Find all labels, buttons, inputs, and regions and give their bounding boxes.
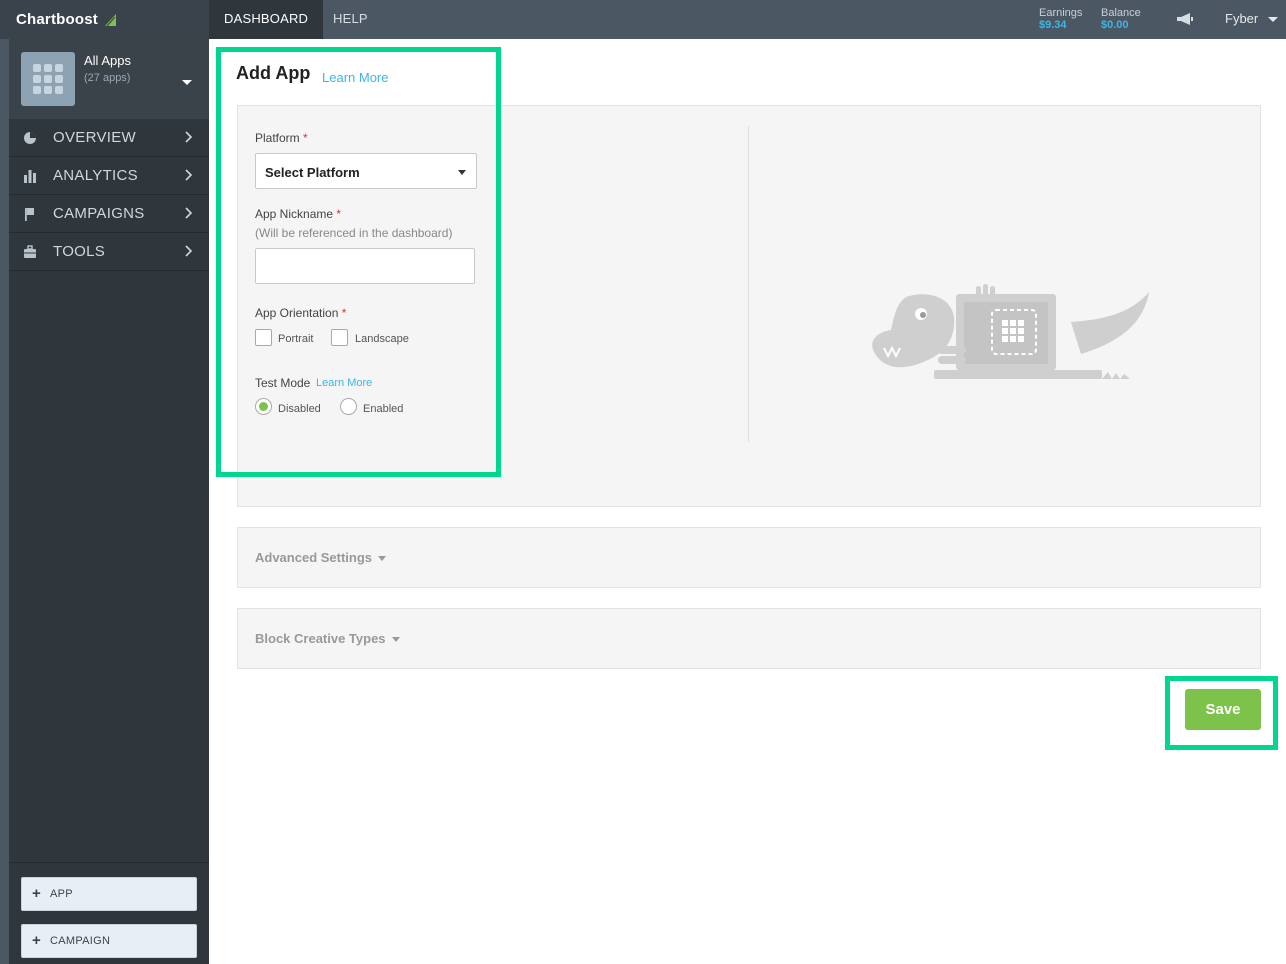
- advanced-settings-title: Advanced Settings: [255, 550, 387, 565]
- sidebar-item-label: ANALYTICS: [53, 167, 138, 184]
- add-campaign-button[interactable]: + CAMPAIGN: [21, 924, 197, 958]
- sidebar-item-tools[interactable]: TOOLS: [9, 233, 209, 271]
- app-selector[interactable]: All Apps (27 apps): [9, 39, 209, 119]
- app-selector-title: All Apps: [84, 53, 131, 68]
- advanced-settings-panel[interactable]: Advanced Settings: [237, 527, 1261, 588]
- sidebar-item-label: TOOLS: [53, 243, 106, 260]
- tab-dashboard[interactable]: DASHBOARD: [209, 0, 324, 39]
- chartboost-logo-icon: [105, 13, 116, 26]
- sidebar-item-overview[interactable]: OVERVIEW: [9, 119, 209, 157]
- sidebar-item-campaigns[interactable]: CAMPAIGNS: [9, 195, 209, 233]
- earnings-stat: Earnings $9.34: [1039, 7, 1082, 31]
- save-highlight-frame: [1165, 676, 1278, 750]
- user-menu[interactable]: Fyber: [1225, 11, 1258, 26]
- balance-stat: Balance $0.00: [1101, 7, 1141, 31]
- top-bar: Chartboost DASHBOARD HELP Earnings $9.34…: [0, 0, 1286, 39]
- app-selector-count: (27 apps): [84, 72, 131, 84]
- chevron-right-icon: [185, 169, 193, 181]
- dinosaur-illustration: [872, 284, 1149, 379]
- sidebar-item-label: OVERVIEW: [53, 129, 136, 146]
- plus-icon: +: [32, 932, 42, 949]
- add-app-label: APP: [50, 888, 73, 900]
- pie-chart-icon: [24, 132, 36, 144]
- add-campaign-label: CAMPAIGN: [50, 935, 111, 947]
- sidebar-item-label: CAMPAIGNS: [53, 205, 145, 222]
- chevron-down-icon[interactable]: [182, 80, 192, 85]
- caret-down-icon: [378, 556, 387, 562]
- form-highlight-frame: [216, 47, 501, 477]
- sidebar-divider: [9, 862, 209, 863]
- balance-label: Balance: [1101, 7, 1141, 19]
- block-creative-types-panel[interactable]: Block Creative Types: [237, 608, 1261, 669]
- left-strip: [0, 39, 9, 964]
- chevron-right-icon: [185, 131, 193, 143]
- add-app-button[interactable]: + APP: [21, 877, 197, 911]
- brand-name: Chartboost: [16, 11, 98, 28]
- sidebar: All Apps (27 apps) OVERVIEW ANALYTICS CA…: [9, 39, 209, 964]
- caret-down-icon: [391, 637, 400, 643]
- earnings-value: $9.34: [1039, 19, 1067, 31]
- form-divider: [748, 126, 749, 442]
- chevron-right-icon: [185, 207, 193, 219]
- balance-value: $0.00: [1101, 19, 1129, 31]
- toolbox-icon: [24, 245, 36, 258]
- tab-help[interactable]: HELP: [318, 0, 383, 39]
- megaphone-icon[interactable]: [1176, 12, 1194, 27]
- brand[interactable]: Chartboost: [0, 0, 209, 39]
- advanced-settings-title-text: Advanced Settings: [255, 550, 373, 565]
- chevron-right-icon: [185, 245, 193, 257]
- bar-chart-icon: [24, 170, 36, 183]
- block-creative-types-title-text: Block Creative Types: [255, 631, 386, 646]
- chevron-down-icon[interactable]: [1268, 17, 1278, 22]
- plus-icon: +: [32, 885, 42, 902]
- earnings-label: Earnings: [1039, 7, 1083, 19]
- block-creative-types-title: Block Creative Types: [255, 631, 400, 646]
- flag-icon: [25, 208, 34, 221]
- sidebar-item-analytics[interactable]: ANALYTICS: [9, 157, 209, 195]
- apps-grid-icon: [21, 52, 75, 106]
